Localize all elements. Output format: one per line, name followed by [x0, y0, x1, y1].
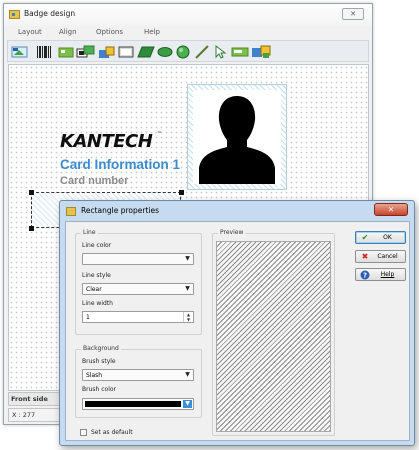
ok-button[interactable]: ✔ OK [355, 231, 406, 244]
dialog-close-button[interactable]: ✕ [374, 203, 408, 216]
line-tool-icon[interactable] [194, 45, 210, 59]
textbox-tool-icon[interactable] [231, 45, 249, 59]
menu-bar: Layout Align Options Help [4, 26, 372, 39]
line-style-label: Line style [82, 272, 111, 279]
dialog-body: Line Line color ▼ Line style Clear ▼ Lin… [65, 221, 410, 441]
resize-handle[interactable] [29, 190, 34, 195]
logo-trademark: ™ [157, 131, 162, 137]
line-style-value: Clear [86, 286, 102, 293]
line-color-select[interactable]: ▼ [82, 253, 194, 265]
line-style-select[interactable]: Clear ▼ [82, 283, 194, 295]
cancel-button[interactable]: ✖ Cancel [355, 250, 406, 263]
help-button-label: Help [380, 271, 395, 278]
stepper-down-icon[interactable]: ▼ [183, 317, 193, 322]
help-button[interactable]: ? Help [355, 268, 406, 281]
window-title: Badge design [24, 9, 76, 18]
company-logo[interactable]: KANTECH [60, 131, 153, 152]
menu-align[interactable]: Align [59, 28, 77, 36]
select-image-tool-icon[interactable] [11, 45, 29, 59]
brush-color-select[interactable]: ▼ [82, 398, 194, 410]
brush-preview [216, 241, 331, 432]
card-information-field[interactable]: Card Information 1 [60, 157, 180, 172]
photo-frame [193, 90, 281, 184]
app-icon [9, 10, 20, 19]
rectangle-tool-icon[interactable] [118, 45, 134, 59]
menu-help[interactable]: Help [144, 28, 160, 36]
resize-handle[interactable] [29, 226, 34, 231]
rectangle-properties-dialog: Rectangle properties ✕ Line Line color ▼… [59, 200, 415, 446]
background-group-title: Background [81, 345, 121, 352]
preview-group: Preview [212, 229, 335, 436]
pointer-tool-icon[interactable] [213, 45, 227, 59]
line-group-title: Line [81, 229, 98, 236]
close-icon: ✖ [361, 252, 369, 261]
toolbar [7, 40, 369, 62]
line-group: Line Line color ▼ Line style Clear ▼ Lin… [75, 229, 202, 335]
window-close-button[interactable]: ✕ [342, 8, 364, 20]
brush-color-swatch [85, 401, 181, 407]
dialog-title: Rectangle properties [81, 206, 160, 215]
dialog-app-icon [66, 207, 76, 216]
svg-text:?: ? [363, 272, 367, 280]
set-default-label: Set as default [91, 429, 133, 436]
barcode-tool-icon[interactable] [36, 45, 52, 59]
picture-tool-icon[interactable] [76, 45, 96, 59]
window-titlebar[interactable]: Badge design ✕ [4, 4, 372, 26]
chevron-down-icon: ▼ [185, 371, 190, 378]
set-default-checkbox[interactable] [80, 429, 87, 436]
line-width-label: Line width [82, 300, 113, 307]
brush-style-label: Brush style [82, 358, 116, 365]
preview-group-title: Preview [218, 229, 246, 236]
photo-placeholder[interactable] [187, 84, 287, 190]
tab-front-side[interactable]: Front side [11, 395, 48, 403]
brush-style-value: Slash [86, 372, 103, 379]
chevron-down-icon: ▼ [185, 255, 190, 262]
person-silhouette-icon [199, 96, 275, 184]
brush-style-select[interactable]: Slash ▼ [82, 369, 194, 381]
checkmark-icon: ✔ [361, 233, 369, 242]
card-number-field[interactable]: Card number [60, 175, 128, 187]
brush-color-label: Brush color [82, 386, 116, 393]
ellipse-tool-icon[interactable] [157, 45, 173, 59]
line-width-value: 1 [86, 314, 90, 321]
menu-layout[interactable]: Layout [18, 28, 42, 36]
background-group: Background Brush style Slash ▼ Brush col… [75, 345, 202, 418]
circle-tool-icon[interactable] [175, 45, 191, 59]
line-color-label: Line color [82, 242, 112, 249]
line-width-stepper[interactable]: 1 ▲ ▼ [82, 311, 194, 323]
chevron-down-icon: ▼ [183, 400, 192, 408]
cancel-button-label: Cancel [377, 253, 398, 260]
image-tool-icon[interactable] [58, 45, 74, 59]
ok-button-label: OK [383, 234, 392, 241]
rounded-rect-tool-icon[interactable] [137, 45, 155, 59]
help-icon: ? [360, 270, 370, 280]
cursor-x-readout: X : 277 [12, 411, 36, 419]
menu-options[interactable]: Options [96, 28, 123, 36]
card-field-tool-icon[interactable] [251, 45, 271, 59]
resize-handle[interactable] [179, 190, 184, 195]
chevron-down-icon: ▼ [185, 285, 190, 292]
text-tool-icon[interactable] [98, 45, 116, 59]
